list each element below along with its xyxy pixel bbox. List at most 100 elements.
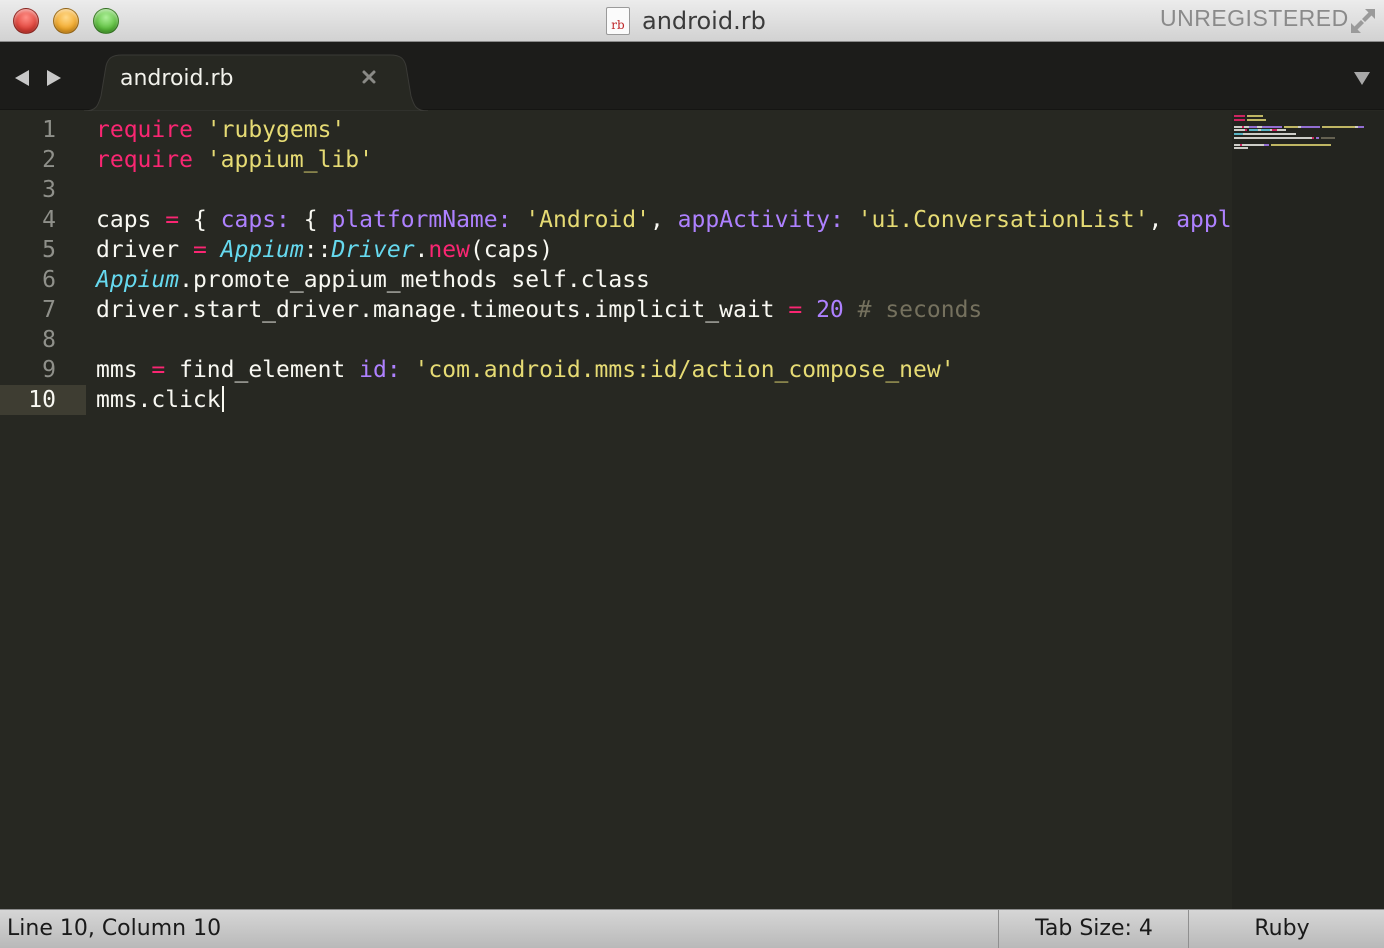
triangle-right-icon[interactable] <box>44 68 64 88</box>
tab-size-selector[interactable]: Tab Size: 4 <box>1000 916 1188 941</box>
minimap-token <box>1234 118 1245 121</box>
code-line[interactable]: require 'appium_lib' <box>96 145 373 175</box>
tab-label: android.rb <box>120 66 234 91</box>
code-token: . <box>414 237 429 263</box>
minimap-token <box>1245 129 1247 132</box>
code-token: require <box>96 147 193 173</box>
code-token: { <box>179 207 221 233</box>
code-token: mms <box>96 357 152 383</box>
line-number: 10 <box>28 387 56 413</box>
minimap-token <box>1358 125 1364 128</box>
fullscreen-icon[interactable] <box>1348 6 1378 36</box>
line-number: 6 <box>42 267 56 293</box>
minimap-token <box>1277 129 1286 132</box>
minimap-token <box>1234 129 1245 132</box>
minimap-token <box>1234 147 1248 150</box>
tab-android-rb[interactable]: android.rb <box>84 54 428 111</box>
code-token: # seconds <box>857 297 983 323</box>
minimap-token <box>1234 136 1312 139</box>
code-token: id: <box>359 357 401 383</box>
minimap-token <box>1301 125 1320 128</box>
code-token: appActivity: <box>677 207 844 233</box>
code-token: = <box>192 237 207 263</box>
text-cursor <box>221 386 224 412</box>
code-token: caps: <box>220 207 290 233</box>
triangle-left-icon[interactable] <box>12 68 32 88</box>
code-token: driver.start_driver.manage.timeouts.impl… <box>96 297 789 323</box>
minimize-window-button[interactable] <box>53 8 79 34</box>
code-line[interactable]: Appium.promote_appium_methods self.class <box>96 265 650 295</box>
code-token: = <box>151 357 166 383</box>
code-token: require <box>96 117 193 143</box>
code-token: 'appium_lib' <box>206 147 373 173</box>
code-token: 'Android' <box>525 207 650 233</box>
line-number: 4 <box>42 207 56 233</box>
code-editor[interactable]: 1 2 3 4 5 6 7 8 9 10 require 'rubygems' require 'a… <box>0 111 1232 909</box>
minimap-token <box>1247 118 1266 121</box>
status-divider <box>1188 910 1189 948</box>
code-token: Appium <box>96 267 180 293</box>
code-line[interactable]: caps = { caps: { platformName: 'Android'… <box>96 205 1232 235</box>
close-icon[interactable] <box>360 68 378 86</box>
syntax-selector[interactable]: Ruby <box>1190 916 1374 941</box>
chevron-down-icon[interactable] <box>1352 70 1372 86</box>
code-token: , <box>649 207 678 233</box>
zoom-window-button[interactable] <box>93 8 119 34</box>
minimap-token <box>1234 115 1245 117</box>
code-line[interactable]: mms = find_element id: 'com.android.mms:… <box>96 355 955 385</box>
minimap-token <box>1264 143 1269 146</box>
code-line[interactable]: require 'rubygems' <box>96 115 345 145</box>
file-icon-label: rb <box>611 18 625 32</box>
minimap-token <box>1312 136 1314 139</box>
code-token: = <box>788 297 803 323</box>
license-status-label: UNREGISTERED <box>1160 5 1349 31</box>
minimap-token <box>1243 133 1296 135</box>
code-token: (caps) <box>469 237 554 263</box>
minimap-token <box>1316 136 1319 139</box>
minimap-token <box>1234 125 1242 128</box>
minimap-token <box>1247 115 1263 117</box>
code-token: Driver <box>331 237 415 263</box>
code-token: find_element <box>165 357 360 383</box>
code-token: Appium <box>220 237 304 263</box>
code-token: caps <box>96 207 166 233</box>
code-token: platformName: <box>331 207 512 233</box>
code-token: 'com.android.mms:id/action_compose_new' <box>414 357 955 383</box>
minimap-token <box>1271 143 1331 146</box>
title-bar: rb android.rb UNREGISTERED <box>0 0 1384 42</box>
code-token: = <box>165 207 180 233</box>
window-title: android.rb <box>642 7 766 35</box>
line-number: 5 <box>42 237 56 263</box>
close-window-button[interactable] <box>13 8 39 34</box>
minimap-token <box>1234 133 1243 135</box>
code-token: :: <box>303 237 332 263</box>
code-token: new <box>428 237 470 263</box>
code-line[interactable]: mms.click <box>96 385 224 415</box>
cursor-position-status: Line 10, Column 10 <box>7 916 222 941</box>
code-token: 'ui.ConversationList' <box>857 207 1149 233</box>
window-title-group: rb android.rb <box>606 4 766 38</box>
minimap-token <box>1261 129 1270 132</box>
code-token: , <box>1148 207 1177 233</box>
minimap[interactable] <box>1232 111 1384 909</box>
code-token: 'rubygems' <box>206 117 346 143</box>
line-number-gutter: 1 2 3 4 5 6 7 8 9 10 <box>0 111 86 909</box>
line-number: 8 <box>42 327 56 353</box>
code-token: .promote_appium_methods self.class <box>179 267 650 293</box>
line-number: 3 <box>42 177 56 203</box>
code-token: appl <box>1176 207 1232 233</box>
minimap-token <box>1249 129 1258 132</box>
minimap-token <box>1242 143 1264 146</box>
minimap-token <box>1321 136 1335 139</box>
minimap-token <box>1322 125 1355 128</box>
code-token: { <box>289 207 332 233</box>
code-token: 20 <box>816 297 844 323</box>
code-line[interactable]: driver.start_driver.manage.timeouts.impl… <box>96 295 982 325</box>
code-line[interactable]: driver = Appium::Driver.new(caps) <box>96 235 553 265</box>
